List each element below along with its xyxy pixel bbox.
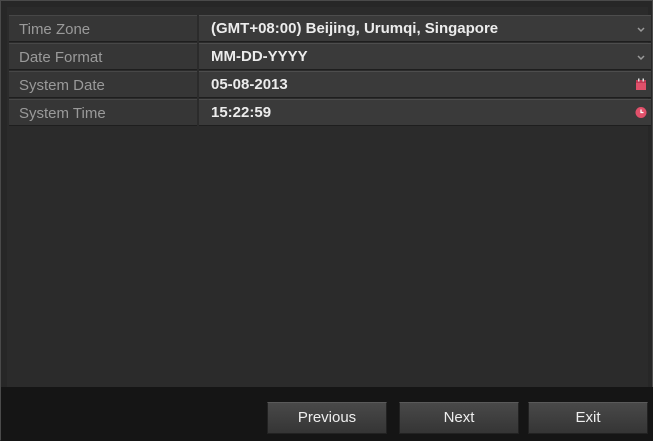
system-time-value: 15:22:59: [211, 104, 272, 121]
date-format-row: Date Format MM-DD-YYYY: [9, 43, 653, 70]
chevron-down-icon[interactable]: [635, 50, 647, 63]
exit-button[interactable]: Exit: [528, 402, 648, 434]
chevron-down-icon[interactable]: [635, 22, 647, 35]
system-date-label-cell: System Date: [9, 71, 197, 98]
time-zone-row: Time Zone (GMT+08:00) Beijing, Urumqi, S…: [9, 15, 653, 42]
date-format-label-cell: Date Format: [9, 43, 197, 70]
system-time-field[interactable]: 15:22:59: [199, 99, 651, 126]
date-format-value: MM-DD-YYYY: [211, 48, 308, 65]
system-date-row: System Date 05-08-2013: [9, 71, 653, 98]
system-date-value: 05-08-2013: [211, 76, 288, 93]
clock-icon[interactable]: [635, 106, 647, 119]
next-button[interactable]: Next: [399, 402, 519, 434]
system-date-label: System Date: [19, 77, 105, 94]
previous-button[interactable]: Previous: [267, 402, 387, 434]
setup-wizard-window: Time Zone (GMT+08:00) Beijing, Urumqi, S…: [0, 0, 653, 441]
date-format-select[interactable]: MM-DD-YYYY: [199, 43, 651, 70]
time-zone-select[interactable]: (GMT+08:00) Beijing, Urumqi, Singapore: [199, 15, 651, 42]
date-format-label: Date Format: [19, 49, 103, 66]
calendar-icon[interactable]: [635, 78, 647, 91]
system-time-label-cell: System Time: [9, 99, 197, 126]
time-zone-value: (GMT+08:00) Beijing, Urumqi, Singapore: [211, 20, 499, 37]
time-zone-label: Time Zone: [19, 21, 91, 38]
system-time-row: System Time 15:22:59: [9, 99, 653, 126]
settings-grid: Time Zone (GMT+08:00) Beijing, Urumqi, S…: [9, 15, 653, 127]
time-zone-label-cell: Time Zone: [9, 15, 197, 42]
system-time-label: System Time: [19, 105, 106, 122]
system-date-field[interactable]: 05-08-2013: [199, 71, 651, 98]
